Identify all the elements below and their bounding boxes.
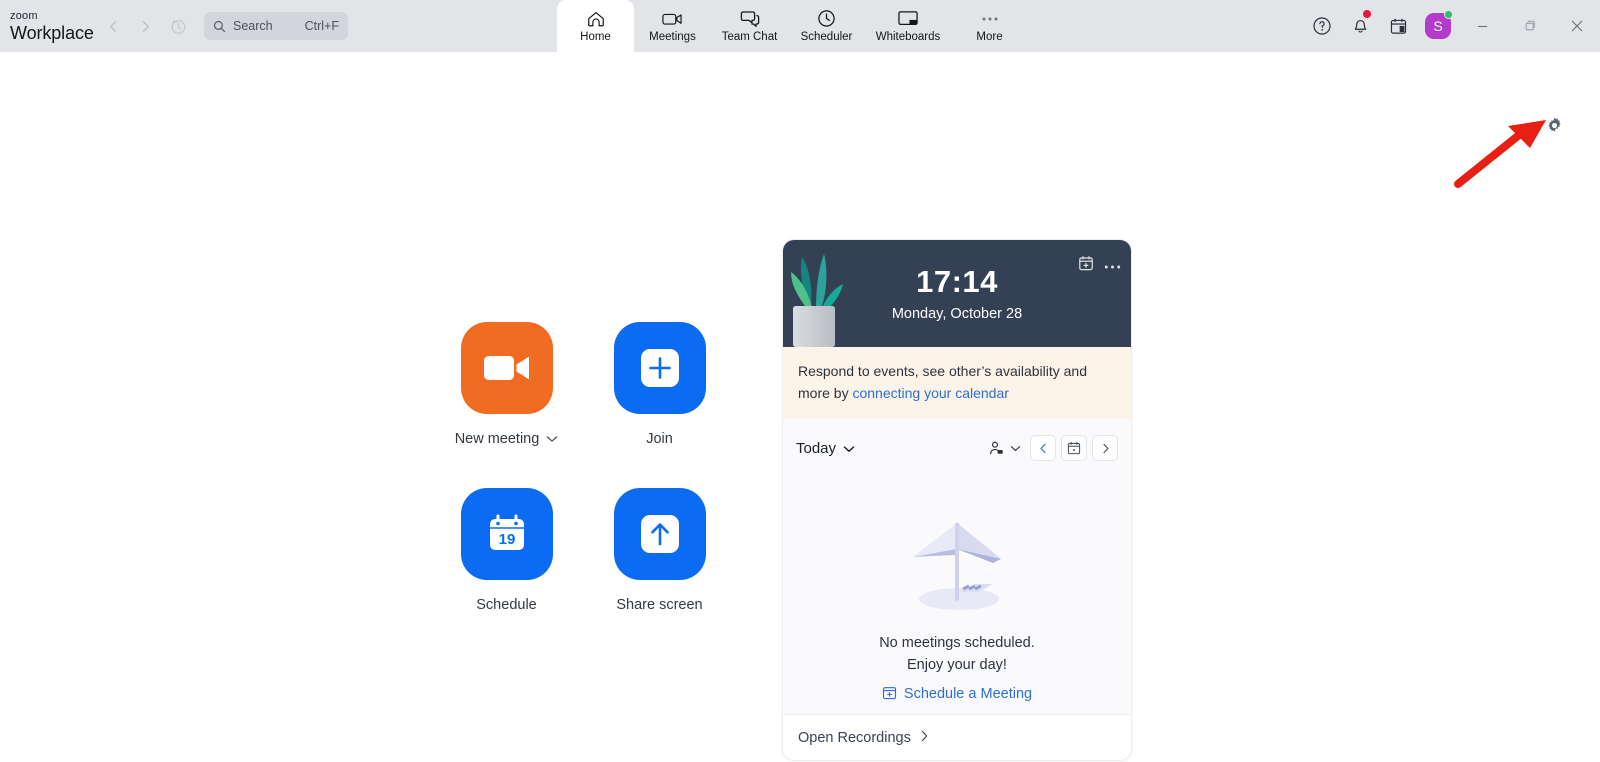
quick-actions: New meeting Join 19 Schedule Share scree…: [430, 322, 736, 654]
whiteboard-icon: [897, 9, 919, 28]
calendar-plus-icon: [882, 685, 897, 704]
tab-more-label: More: [976, 31, 1003, 43]
action-schedule[interactable]: 19 Schedule: [430, 488, 583, 654]
bell-icon[interactable]: [1341, 0, 1379, 52]
title-bar: zoom Workplace Search Ctrl+F Home Meetin…: [0, 0, 1600, 52]
brand-zoom-text: zoom: [10, 9, 38, 22]
search-shortcut: Ctrl+F: [304, 19, 339, 33]
empty-line-1: No meetings scheduled.: [879, 635, 1035, 652]
back-arrow-icon[interactable]: [98, 11, 128, 41]
chevron-down-icon: [843, 440, 855, 457]
join-text: Join: [646, 431, 673, 447]
action-share-screen-label: Share screen: [616, 597, 702, 613]
clock-icon: [817, 9, 836, 28]
search-icon: [213, 20, 226, 33]
today-dropdown[interactable]: Today: [796, 440, 855, 457]
notification-badge: [1363, 10, 1371, 18]
navigation-arrows: [98, 11, 194, 41]
tab-meetings[interactable]: Meetings: [634, 0, 711, 52]
open-recordings-link[interactable]: Open Recordings: [798, 730, 929, 746]
help-circle-icon[interactable]: [1303, 0, 1341, 52]
card-footer: Open Recordings: [783, 714, 1131, 760]
card-hero-icons: [1078, 255, 1121, 276]
schedule-a-meeting-link[interactable]: Schedule a Meeting: [882, 685, 1032, 704]
home-icon: [586, 9, 606, 28]
tab-home-label: Home: [580, 31, 611, 43]
search-input[interactable]: Search Ctrl+F: [204, 12, 348, 40]
schedule-tile[interactable]: 19: [460, 488, 553, 580]
action-share-screen[interactable]: Share screen: [583, 488, 736, 654]
action-new-meeting[interactable]: New meeting: [430, 322, 583, 488]
calendar-toolbar: Today: [783, 419, 1131, 477]
schedule-a-meeting-label: Schedule a Meeting: [903, 686, 1033, 703]
open-recordings-label: Open Recordings: [798, 729, 911, 746]
chevron-right-icon: [920, 730, 929, 746]
tab-whiteboards[interactable]: Whiteboards: [865, 0, 951, 52]
svg-text:19: 19: [498, 531, 515, 548]
tab-whiteboards-label: Whiteboards: [875, 31, 941, 43]
presence-indicator: [1444, 10, 1453, 19]
calendar-toolbar-controls: [984, 435, 1118, 462]
main-tabs: Home Meetings Team Chat Scheduler Whiteb…: [557, 0, 1028, 52]
current-time: 17:14: [916, 263, 998, 299]
main-content: New meeting Join 19 Schedule Share scree…: [0, 52, 1600, 762]
brand-logo: zoom Workplace: [0, 9, 94, 43]
card-hero: 17:14 Monday, October 28: [783, 240, 1131, 347]
person-filter-icon[interactable]: [984, 436, 1025, 461]
close-icon[interactable]: [1553, 0, 1600, 52]
action-new-meeting-label: New meeting: [455, 431, 559, 447]
tab-home[interactable]: Home: [557, 0, 634, 52]
join-tile[interactable]: [613, 322, 706, 414]
ellipsis-icon: [980, 9, 1000, 28]
action-schedule-label: Schedule: [476, 597, 536, 613]
annotation-arrow: [1454, 120, 1546, 188]
search-placeholder: Search: [233, 19, 273, 33]
empty-state: No meetings scheduled. Enjoy your day! S…: [783, 477, 1131, 714]
action-join-label: Join: [646, 431, 673, 447]
arrow-up-square-icon: [640, 515, 679, 553]
maximize-icon[interactable]: [1506, 0, 1553, 52]
tab-team-chat-label: Team Chat: [721, 31, 778, 43]
plus-square-icon: [640, 349, 679, 387]
new-meeting-tile[interactable]: [460, 322, 553, 414]
tab-scheduler[interactable]: Scheduler: [788, 0, 865, 52]
tab-meetings-label: Meetings: [649, 31, 696, 43]
tab-team-chat[interactable]: Team Chat: [711, 0, 788, 52]
today-label: Today: [796, 439, 837, 457]
current-date: Monday, October 28: [891, 305, 1023, 322]
action-join[interactable]: Join: [583, 322, 736, 488]
plant-illustration: [791, 254, 843, 347]
share-screen-text: Share screen: [616, 597, 703, 613]
chevron-down-icon[interactable]: [546, 435, 558, 443]
brand-workplace-text: Workplace: [10, 22, 94, 43]
history-icon[interactable]: [162, 11, 194, 41]
schedule-text: Schedule: [476, 597, 537, 613]
prev-day-button[interactable]: [1030, 435, 1056, 462]
forward-arrow-icon[interactable]: [130, 11, 160, 41]
empty-state-message: No meetings scheduled. Enjoy your day!: [879, 633, 1035, 677]
calendar-19-icon: 19: [489, 514, 524, 550]
calendar-plus-icon[interactable]: [1078, 255, 1094, 276]
share-screen-tile[interactable]: [613, 488, 706, 580]
system-controls: S: [1303, 0, 1600, 52]
calendar-card: 17:14 Monday, October 28 Respond to even…: [782, 239, 1132, 761]
connect-calendar-banner: Respond to events, see other’s availabil…: [783, 347, 1131, 420]
empty-line-2: Enjoy your day!: [907, 657, 1007, 674]
next-day-button[interactable]: [1092, 435, 1118, 462]
date-picker-button[interactable]: [1061, 435, 1087, 462]
tab-scheduler-label: Scheduler: [800, 31, 853, 43]
video-camera-icon: [661, 9, 684, 28]
connect-calendar-link[interactable]: connecting your calendar: [852, 385, 1008, 401]
calendar-icon[interactable]: [1379, 0, 1417, 52]
avatar[interactable]: S: [1417, 0, 1459, 52]
more-options-icon[interactable]: [1104, 257, 1121, 275]
tab-more[interactable]: More: [951, 0, 1028, 52]
video-camera-icon: [483, 356, 529, 380]
chat-bubbles-icon: [740, 9, 760, 28]
minimize-icon[interactable]: [1459, 0, 1506, 52]
beach-umbrella-icon: [913, 522, 1001, 611]
new-meeting-text: New meeting: [454, 431, 540, 447]
